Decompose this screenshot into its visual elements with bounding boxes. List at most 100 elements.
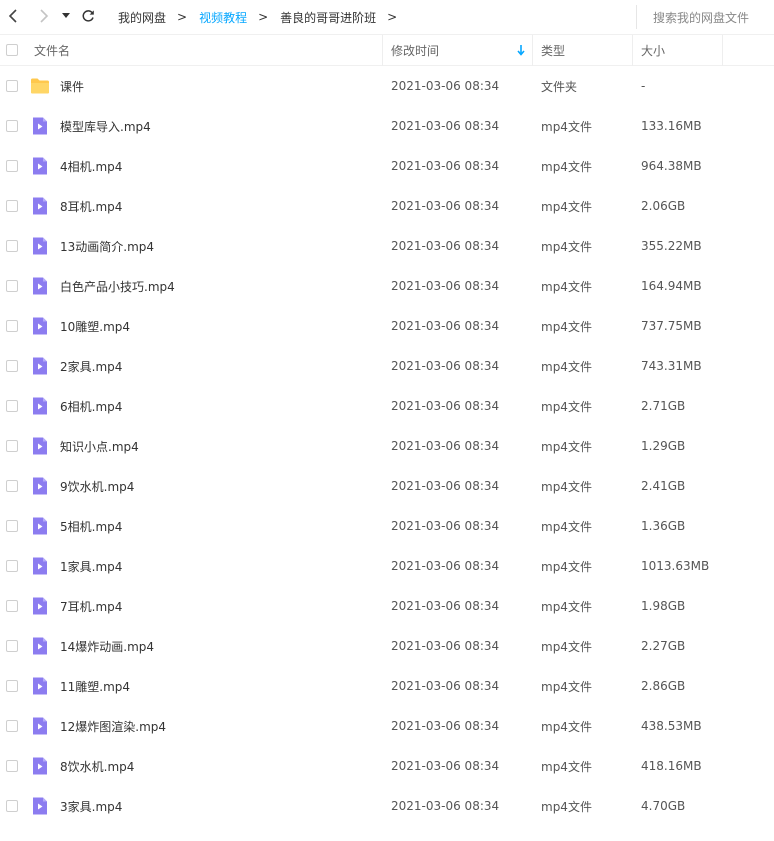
file-name[interactable]: 12爆炸图渲染.mp4 [60, 706, 166, 746]
file-name[interactable]: 10雕塑.mp4 [60, 306, 130, 346]
file-size: 4.70GB [641, 799, 686, 813]
file-row[interactable]: 5相机.mp4 2021-03-06 08:34 mp4文件 1.36GB [0, 506, 774, 546]
file-name[interactable]: 1家具.mp4 [60, 546, 122, 586]
row-checkbox[interactable] [6, 560, 18, 572]
file-name[interactable]: 13动画简介.mp4 [60, 226, 154, 266]
row-checkbox[interactable] [6, 480, 18, 492]
file-name[interactable]: 课件 [60, 66, 84, 106]
file-name[interactable]: 2家具.mp4 [60, 346, 122, 386]
back-button[interactable] [4, 6, 24, 26]
row-checkbox[interactable] [6, 200, 18, 212]
file-row[interactable]: 11雕塑.mp4 2021-03-06 08:34 mp4文件 2.86GB [0, 666, 774, 706]
column-header-modified[interactable]: 修改时间 [391, 35, 439, 66]
file-name[interactable]: 6相机.mp4 [60, 386, 122, 426]
row-checkbox[interactable] [6, 240, 18, 252]
file-name[interactable]: 模型库导入.mp4 [60, 106, 151, 146]
file-name[interactable]: 11雕塑.mp4 [60, 666, 130, 706]
file-modified-time: 2021-03-06 08:34 [391, 759, 500, 773]
search-input[interactable]: 搜索我的网盘文件 [636, 5, 774, 29]
row-checkbox[interactable] [6, 120, 18, 132]
forward-button[interactable] [33, 6, 53, 26]
video-file-icon [30, 677, 50, 695]
file-row[interactable]: 12爆炸图渲染.mp4 2021-03-06 08:34 mp4文件 438.53MB [0, 706, 774, 746]
file-size: 737.75MB [641, 319, 702, 333]
file-name[interactable]: 3家具.mp4 [60, 786, 122, 826]
video-file-icon [30, 317, 50, 335]
folder-icon [30, 77, 50, 95]
row-checkbox[interactable] [6, 720, 18, 732]
file-type: mp4文件 [541, 639, 592, 654]
file-row[interactable]: 课件 2021-03-06 08:34 文件夹 - [0, 66, 774, 106]
video-file-icon [30, 117, 50, 135]
row-checkbox[interactable] [6, 400, 18, 412]
file-name[interactable]: 知识小点.mp4 [60, 426, 139, 466]
row-checkbox[interactable] [6, 280, 18, 292]
breadcrumb-item-current-folder[interactable]: 善良的哥哥进阶班 [280, 9, 376, 26]
file-row[interactable]: 模型库导入.mp4 2021-03-06 08:34 mp4文件 133.16MB [0, 106, 774, 146]
video-file-icon [30, 797, 50, 815]
row-checkbox[interactable] [6, 600, 18, 612]
file-modified-time: 2021-03-06 08:34 [391, 119, 500, 133]
file-row[interactable]: 1家具.mp4 2021-03-06 08:34 mp4文件 1013.63MB [0, 546, 774, 586]
row-checkbox[interactable] [6, 640, 18, 652]
file-row[interactable]: 3家具.mp4 2021-03-06 08:34 mp4文件 4.70GB [0, 786, 774, 826]
file-row[interactable]: 7耳机.mp4 2021-03-06 08:34 mp4文件 1.98GB [0, 586, 774, 626]
file-row[interactable]: 14爆炸动画.mp4 2021-03-06 08:34 mp4文件 2.27GB [0, 626, 774, 666]
file-type: mp4文件 [541, 439, 592, 454]
file-type: mp4文件 [541, 199, 592, 214]
file-type: mp4文件 [541, 359, 592, 374]
row-checkbox[interactable] [6, 360, 18, 372]
file-size: 355.22MB [641, 239, 702, 253]
file-row[interactable]: 4相机.mp4 2021-03-06 08:34 mp4文件 964.38MB [0, 146, 774, 186]
arrow-down-icon[interactable] [517, 45, 525, 56]
column-header-size[interactable]: 大小 [641, 35, 665, 66]
file-row[interactable]: 8耳机.mp4 2021-03-06 08:34 mp4文件 2.06GB [0, 186, 774, 226]
file-name[interactable]: 7耳机.mp4 [60, 586, 122, 626]
row-checkbox[interactable] [6, 80, 18, 92]
file-type: mp4文件 [541, 679, 592, 694]
refresh-button[interactable] [78, 6, 98, 26]
refresh-icon [82, 10, 94, 22]
file-name[interactable]: 8耳机.mp4 [60, 186, 122, 226]
video-file-icon [30, 237, 50, 255]
file-list-header: 文件名 修改时间 类型 大小 [0, 34, 774, 66]
row-checkbox[interactable] [6, 520, 18, 532]
file-type: mp4文件 [541, 479, 592, 494]
file-type: mp4文件 [541, 159, 592, 174]
file-size: 2.71GB [641, 399, 686, 413]
file-row[interactable]: 13动画简介.mp4 2021-03-06 08:34 mp4文件 355.22MB [0, 226, 774, 266]
file-row[interactable]: 9饮水机.mp4 2021-03-06 08:34 mp4文件 2.41GB [0, 466, 774, 506]
row-checkbox[interactable] [6, 440, 18, 452]
file-row[interactable]: 2家具.mp4 2021-03-06 08:34 mp4文件 743.31MB [0, 346, 774, 386]
row-checkbox[interactable] [6, 800, 18, 812]
file-name[interactable]: 白色产品小技巧.mp4 [60, 266, 175, 306]
file-name[interactable]: 5相机.mp4 [60, 506, 122, 546]
row-checkbox[interactable] [6, 320, 18, 332]
file-row[interactable]: 10雕塑.mp4 2021-03-06 08:34 mp4文件 737.75MB [0, 306, 774, 346]
row-checkbox[interactable] [6, 160, 18, 172]
history-dropdown-button[interactable] [58, 6, 74, 26]
file-size: 2.41GB [641, 479, 686, 493]
file-name[interactable]: 14爆炸动画.mp4 [60, 626, 154, 666]
file-size: 2.27GB [641, 639, 686, 653]
file-row[interactable]: 8饮水机.mp4 2021-03-06 08:34 mp4文件 418.16MB [0, 746, 774, 786]
file-size: 418.16MB [641, 759, 702, 773]
file-row[interactable]: 白色产品小技巧.mp4 2021-03-06 08:34 mp4文件 164.94MB [0, 266, 774, 306]
breadcrumb-item-video-tutorials[interactable]: 视频教程 [199, 9, 247, 26]
file-name[interactable]: 4相机.mp4 [60, 146, 122, 186]
column-divider [382, 35, 383, 66]
select-all-checkbox[interactable] [6, 44, 18, 56]
file-row[interactable]: 知识小点.mp4 2021-03-06 08:34 mp4文件 1.29GB [0, 426, 774, 466]
file-name[interactable]: 8饮水机.mp4 [60, 746, 134, 786]
file-row[interactable]: 6相机.mp4 2021-03-06 08:34 mp4文件 2.71GB [0, 386, 774, 426]
row-checkbox[interactable] [6, 760, 18, 772]
column-header-name[interactable]: 文件名 [34, 35, 70, 66]
file-list: 课件 2021-03-06 08:34 文件夹 - 模型库导入.mp4 2021-03-0… [0, 66, 774, 826]
file-type: mp4文件 [541, 559, 592, 574]
breadcrumb-item-my-drive[interactable]: 我的网盘 [118, 9, 166, 26]
row-checkbox[interactable] [6, 680, 18, 692]
file-name[interactable]: 9饮水机.mp4 [60, 466, 134, 506]
column-header-type[interactable]: 类型 [541, 35, 565, 66]
file-modified-time: 2021-03-06 08:34 [391, 639, 500, 653]
file-size: 164.94MB [641, 279, 702, 293]
